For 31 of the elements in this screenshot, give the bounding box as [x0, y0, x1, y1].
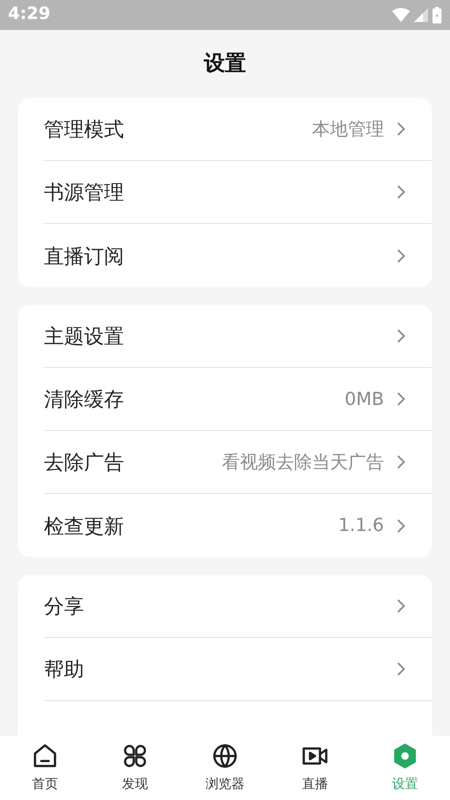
- chevron-right-icon: [396, 661, 406, 677]
- setting-label[interactable]: 去除广告: [44, 447, 222, 477]
- nav-tab[interactable]: 首页: [0, 736, 90, 800]
- chevron-right-icon: [396, 248, 406, 264]
- setting-label[interactable]: 帮助: [44, 654, 396, 684]
- signal-icon: [414, 8, 428, 22]
- setting-value: 本地管理: [312, 118, 384, 142]
- setting-label[interactable]: 分享: [44, 591, 396, 621]
- chevron-right-icon: [396, 598, 406, 614]
- page-title: 设置: [204, 50, 246, 78]
- nav-tab[interactable]: 直播: [270, 736, 360, 800]
- chevron-right-icon: [396, 328, 406, 344]
- setting-value: 0MB: [344, 388, 384, 412]
- setting-label[interactable]: 检查更新: [44, 510, 338, 540]
- nav-tab[interactable]: 发现: [90, 736, 180, 800]
- chevron-right-icon: [396, 454, 406, 470]
- setting-label[interactable]: 清除缓存: [44, 384, 345, 414]
- setting-value: 1.1.6: [338, 514, 384, 538]
- chevron-right-icon: [396, 121, 406, 137]
- chevron-right-icon: [396, 391, 406, 407]
- setting-label[interactable]: 主题设置: [44, 321, 396, 351]
- setting-label[interactable]: 直播订阅: [44, 240, 396, 270]
- chevron-right-icon: [396, 184, 406, 200]
- setting-label[interactable]: 书源管理: [44, 177, 396, 207]
- status-time: 4:29: [8, 3, 50, 26]
- wifi-icon: [392, 8, 410, 22]
- chevron-right-icon: [396, 518, 406, 534]
- nav-tab[interactable]: 浏览器: [180, 736, 270, 800]
- setting-value: 看视频去除当天广告: [222, 450, 384, 474]
- battery-icon: [432, 6, 442, 24]
- setting-label[interactable]: 管理模式: [44, 114, 312, 144]
